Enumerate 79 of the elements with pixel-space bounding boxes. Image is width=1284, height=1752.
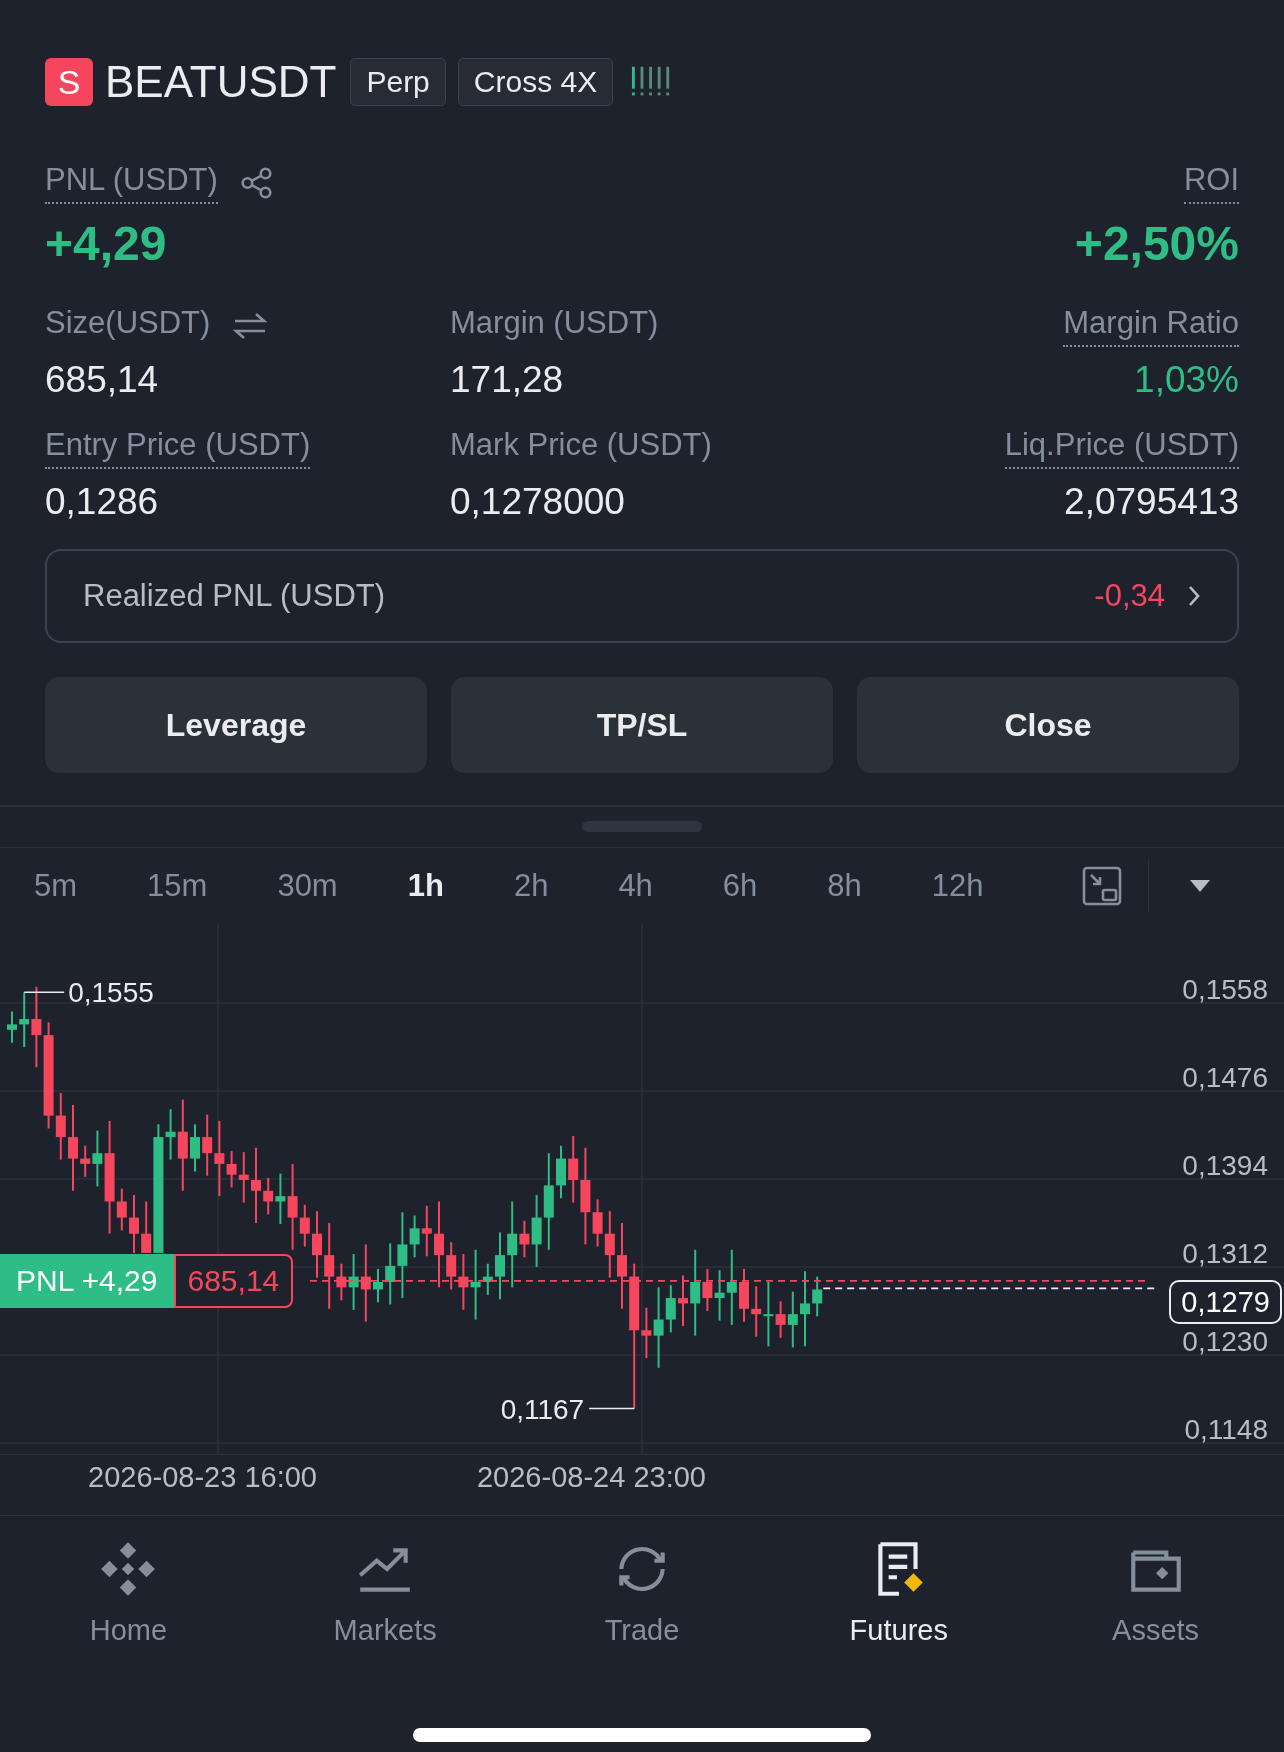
candlestick <box>739 1268 749 1323</box>
stat-label[interactable]: Entry Price (USDT) <box>45 427 311 469</box>
caret-down-icon[interactable] <box>1189 879 1212 893</box>
stat-value: 171,28 <box>450 359 564 401</box>
candlestick <box>421 1204 432 1258</box>
timeframe-tab[interactable]: 30m <box>277 868 338 904</box>
candlestick <box>238 1151 249 1204</box>
candlestick <box>604 1210 615 1279</box>
pnl-tag[interactable]: PNL +4,29 <box>0 1253 174 1308</box>
low-price-label: 0,1167 <box>500 1393 585 1425</box>
candlestick <box>556 1144 566 1200</box>
stat-value: 2,0795413 <box>1064 481 1239 523</box>
candlestick <box>751 1285 762 1338</box>
candlestick <box>202 1113 213 1177</box>
symbol-title: BEATUSDT <box>105 57 337 107</box>
time-axis-label: 2026-08-23 16:00 <box>88 1461 317 1495</box>
candlestick <box>446 1241 457 1291</box>
realized-pnl-row[interactable]: Realized PNL (USDT) -0,34 <box>45 549 1239 643</box>
stat-value: 1,03% <box>1134 359 1239 401</box>
action-button[interactable]: TP/SL <box>451 677 833 773</box>
roi-label[interactable]: ROI <box>1183 162 1239 204</box>
timeframe-tab[interactable]: 6h <box>722 868 758 904</box>
price-axis-label: 0,1394 <box>1182 1150 1268 1181</box>
leader-line <box>23 991 65 993</box>
candlestick <box>7 1010 17 1044</box>
chevron-right-icon <box>1187 584 1201 608</box>
timeframe-tab[interactable]: 1h <box>407 868 444 904</box>
nav-tab[interactable]: Futures <box>798 1538 999 1647</box>
position-size-tag[interactable]: 685,14 <box>173 1253 294 1308</box>
pnl-label[interactable]: PNL (USDT) <box>45 162 218 204</box>
tag: Perp <box>350 58 446 106</box>
candlestick <box>190 1123 200 1173</box>
candlestick <box>495 1231 505 1301</box>
candlestick <box>312 1210 322 1279</box>
tag: Cross 4X <box>457 58 614 106</box>
timeframe-tab[interactable]: 12h <box>931 868 984 904</box>
candlestick <box>373 1268 383 1304</box>
timeframe-tab[interactable]: 8h <box>827 868 862 904</box>
stat-value: 685,14 <box>45 359 159 401</box>
candlestick <box>678 1274 688 1327</box>
stat-value: 0,1286 <box>45 481 159 523</box>
realized-pnl-value: -0,34 <box>1094 578 1165 614</box>
nav-tab[interactable]: Assets <box>1055 1538 1256 1647</box>
price-axis-label: 0,1312 <box>1182 1238 1268 1269</box>
price-axis-label: 0,1476 <box>1182 1062 1268 1093</box>
pnl-value: +4,29 <box>45 216 167 271</box>
stat-label[interactable]: Liq.Price (USDT) <box>1004 427 1239 469</box>
stat-label: Margin (USDT) <box>450 305 659 342</box>
action-button[interactable]: Leverage <box>45 677 427 773</box>
share-icon[interactable] <box>239 166 274 200</box>
candlestick <box>812 1275 823 1318</box>
stat-label[interactable]: Margin Ratio <box>1063 305 1239 347</box>
candlestick <box>458 1253 469 1311</box>
nav-tab[interactable]: Markets <box>285 1538 486 1647</box>
high-price-label: 0,1555 <box>68 977 154 1009</box>
candlestick <box>385 1242 396 1306</box>
roi-value: +2,50% <box>1074 216 1239 271</box>
symbol-badge: S <box>45 58 93 106</box>
nav-tab[interactable]: Home <box>28 1538 229 1647</box>
timeframe-tab[interactable]: 2h <box>513 868 549 904</box>
expand-icon[interactable] <box>1081 866 1122 906</box>
timeframe-tab[interactable]: 5m <box>34 868 78 904</box>
current-price-tag: 0,1279 <box>1169 1280 1282 1325</box>
realized-pnl-label: Realized PNL (USDT) <box>83 578 387 614</box>
nav-tab[interactable]: Trade <box>542 1538 742 1647</box>
price-axis-label: 0,1148 <box>1184 1414 1268 1445</box>
stat-value: 0,1278000 <box>450 481 625 523</box>
action-button[interactable]: Close <box>857 677 1239 773</box>
price-axis-label: 0,1558 <box>1182 974 1268 1005</box>
price-axis-label: 0,1230 <box>1182 1326 1268 1357</box>
stat-label: Mark Price (USDT) <box>450 427 712 464</box>
timeframe-tab[interactable]: 4h <box>618 868 653 904</box>
leader-line <box>588 1407 635 1410</box>
candlestick <box>129 1194 139 1254</box>
timeframe-tab[interactable]: 15m <box>147 868 208 904</box>
stat-label: Size(USDT) <box>45 305 211 342</box>
candlestick <box>263 1176 274 1216</box>
time-axis-label: 2026-08-24 23:00 <box>477 1461 706 1495</box>
swap-icon[interactable] <box>232 311 269 341</box>
